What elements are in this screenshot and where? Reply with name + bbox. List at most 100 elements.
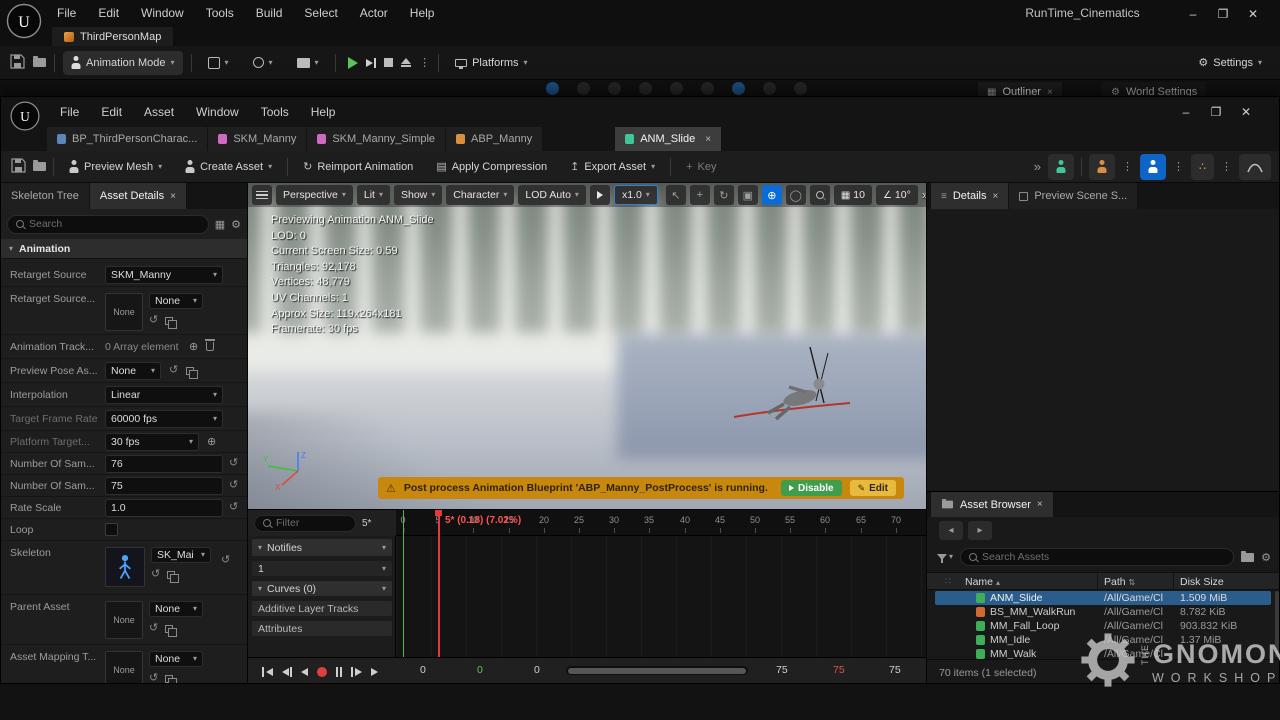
timeline-filter-input[interactable] bbox=[276, 517, 347, 529]
column-name[interactable]: Name ▴ bbox=[965, 576, 1000, 588]
save-icon[interactable] bbox=[11, 158, 26, 176]
asset-search-input[interactable] bbox=[982, 551, 1225, 563]
folder-view-icon[interactable] bbox=[1241, 553, 1254, 562]
details-search[interactable] bbox=[7, 215, 209, 234]
attributes-track-header[interactable]: Attributes bbox=[252, 621, 392, 636]
tab-details[interactable]: ≡ Details × bbox=[931, 183, 1009, 209]
blueprints-button[interactable]: ▾ bbox=[245, 51, 281, 75]
preview-mesh-toggle-button[interactable] bbox=[1048, 154, 1074, 180]
select-tool-icon[interactable]: ↖ bbox=[666, 185, 686, 205]
level-tab[interactable]: ThirdPersonMap bbox=[52, 27, 173, 46]
menu-actor[interactable]: Actor bbox=[349, 0, 399, 27]
show-dropdown[interactable]: Show▾ bbox=[394, 185, 442, 205]
retarget-source-dropdown[interactable]: SKM_Manny▾ bbox=[105, 266, 223, 284]
play-button[interactable] bbox=[371, 668, 378, 676]
use-selected-icon[interactable]: ↺ bbox=[151, 569, 160, 580]
parent-asset-thumbnail[interactable]: None bbox=[105, 601, 143, 639]
reset-to-default-icon[interactable]: ↺ bbox=[221, 555, 230, 566]
chevron-down-icon[interactable]: ▾ bbox=[382, 544, 386, 552]
maximize-button[interactable]: ❐ bbox=[1201, 105, 1231, 119]
browse-content-icon[interactable] bbox=[33, 58, 46, 67]
close-icon[interactable]: × bbox=[170, 191, 176, 202]
lit-dropdown[interactable]: Lit▾ bbox=[357, 185, 390, 205]
viewport-play-button[interactable] bbox=[590, 185, 610, 205]
disable-postprocess-button[interactable]: Disable bbox=[781, 480, 842, 496]
skip-to-start-button[interactable] bbox=[262, 667, 273, 677]
close-button[interactable]: ✕ bbox=[1238, 7, 1268, 21]
use-selected-icon[interactable]: ↺ bbox=[149, 315, 158, 326]
apply-compression-button[interactable]: ▤ Apply Compression bbox=[428, 155, 555, 179]
close-icon[interactable]: × bbox=[705, 134, 711, 145]
timeline-track-area[interactable] bbox=[396, 536, 926, 657]
sampled-frames-input[interactable]: 76 bbox=[105, 455, 223, 473]
asset-search[interactable] bbox=[960, 548, 1234, 566]
step-back-button[interactable] bbox=[282, 667, 293, 677]
rotate-tool-icon[interactable]: ↻ bbox=[714, 185, 734, 205]
forward-button[interactable]: ▸ bbox=[968, 521, 992, 540]
tab-skm-manny-simple[interactable]: SKM_Manny_Simple bbox=[307, 127, 446, 151]
use-selected-icon[interactable]: ↺ bbox=[149, 623, 158, 634]
kebab-icon[interactable]: ⋮ bbox=[1173, 160, 1184, 173]
close-icon[interactable]: × bbox=[992, 191, 998, 202]
view-start-value[interactable]: 0 bbox=[534, 664, 540, 676]
column-path[interactable]: Path ⇅ bbox=[1104, 576, 1135, 588]
play-button[interactable] bbox=[348, 57, 358, 69]
menu-tools[interactable]: Tools bbox=[250, 99, 300, 126]
back-button[interactable]: ◂ bbox=[939, 521, 963, 540]
grid-snap-toggle[interactable]: ▦10 bbox=[834, 185, 872, 205]
add-array-element-icon[interactable]: ⊕ bbox=[189, 340, 198, 353]
play-reverse-button[interactable] bbox=[301, 668, 308, 676]
preview-mesh-dropdown[interactable]: Preview Mesh▾ bbox=[61, 155, 170, 179]
browser-settings-icon[interactable]: ⚙ bbox=[1261, 551, 1271, 564]
menu-select[interactable]: Select bbox=[293, 0, 348, 27]
minimize-button[interactable]: – bbox=[1178, 7, 1208, 21]
retarget-source-asset-dropdown[interactable]: None▾ bbox=[149, 293, 203, 309]
notify-track-row[interactable]: 1 ▾ bbox=[252, 561, 392, 576]
preview-character[interactable] bbox=[726, 341, 856, 439]
skip-frame-button[interactable] bbox=[366, 58, 377, 68]
loop-checkbox[interactable] bbox=[105, 523, 118, 536]
rate-scale-input[interactable]: 1.0 bbox=[105, 499, 223, 517]
menu-edit[interactable]: Edit bbox=[87, 0, 130, 27]
menu-tools[interactable]: Tools bbox=[195, 0, 245, 27]
add-key-button[interactable]: + Key bbox=[678, 155, 724, 179]
record-button[interactable] bbox=[317, 667, 327, 677]
use-selected-icon[interactable]: ↺ bbox=[149, 673, 158, 684]
preview-viewport[interactable]: Perspective▾ Lit▾ Show▾ Character▾ LOD A… bbox=[248, 183, 926, 509]
tab-asset-browser[interactable]: Asset Browser × bbox=[931, 492, 1054, 517]
stop-button[interactable] bbox=[384, 58, 393, 67]
rotation-snap-toggle[interactable]: ∠10° bbox=[876, 185, 918, 205]
chevron-down-icon[interactable]: ▾ bbox=[382, 565, 386, 573]
asset-mapping-thumbnail[interactable]: None bbox=[105, 651, 143, 684]
move-tool-icon[interactable]: + bbox=[690, 185, 710, 205]
platforms-dropdown[interactable]: Platforms ▾ bbox=[447, 51, 535, 75]
ue-logo[interactable]: U bbox=[5, 2, 43, 43]
tab-skm-manny[interactable]: SKM_Manny bbox=[208, 127, 307, 151]
asset-mapping-dropdown[interactable]: None▾ bbox=[149, 651, 203, 667]
asset-row[interactable]: BS_MM_WalkRun /All/Game/Cl 8.782 KiB bbox=[935, 605, 1271, 619]
chevron-down-icon[interactable]: ▾ bbox=[382, 585, 386, 593]
tab-preview-scene-settings[interactable]: Preview Scene S... bbox=[1009, 183, 1138, 209]
edit-in-sequencer-button[interactable] bbox=[1140, 154, 1166, 180]
play-options-kebab-icon[interactable]: ⋮ bbox=[419, 56, 430, 69]
interpolation-dropdown[interactable]: Linear▾ bbox=[105, 386, 223, 404]
notifies-track-header[interactable]: ▾ Notifies ▾ bbox=[252, 539, 392, 556]
curve-editor-button[interactable] bbox=[1239, 154, 1271, 180]
clear-array-icon[interactable] bbox=[206, 342, 214, 351]
surface-snap-icon[interactable] bbox=[810, 185, 830, 205]
retargeter-button[interactable] bbox=[1089, 154, 1115, 180]
range-start-value[interactable]: 0 bbox=[420, 664, 426, 676]
step-forward-button[interactable] bbox=[351, 667, 362, 677]
settings-dropdown[interactable]: ⚙ Settings ▾ bbox=[1190, 51, 1270, 75]
add-platform-icon[interactable]: ⊕ bbox=[207, 435, 216, 448]
menu-help[interactable]: Help bbox=[300, 99, 347, 126]
additive-layer-tracks-header[interactable]: Additive Layer Tracks bbox=[252, 601, 392, 616]
cinematics-button[interactable]: ▾ bbox=[289, 51, 327, 75]
asset-row[interactable]: MM_Fall_Loop /All/Game/Cl 903.832 KiB bbox=[935, 619, 1271, 633]
sampled-keys-input[interactable]: 75 bbox=[105, 477, 223, 495]
browse-asset-icon[interactable] bbox=[165, 317, 173, 325]
timeline-zoom-scrollbar[interactable] bbox=[566, 666, 748, 675]
kebab-icon[interactable]: ⋮ bbox=[1221, 160, 1232, 173]
menu-build[interactable]: Build bbox=[245, 0, 294, 27]
menu-window[interactable]: Window bbox=[130, 0, 195, 27]
